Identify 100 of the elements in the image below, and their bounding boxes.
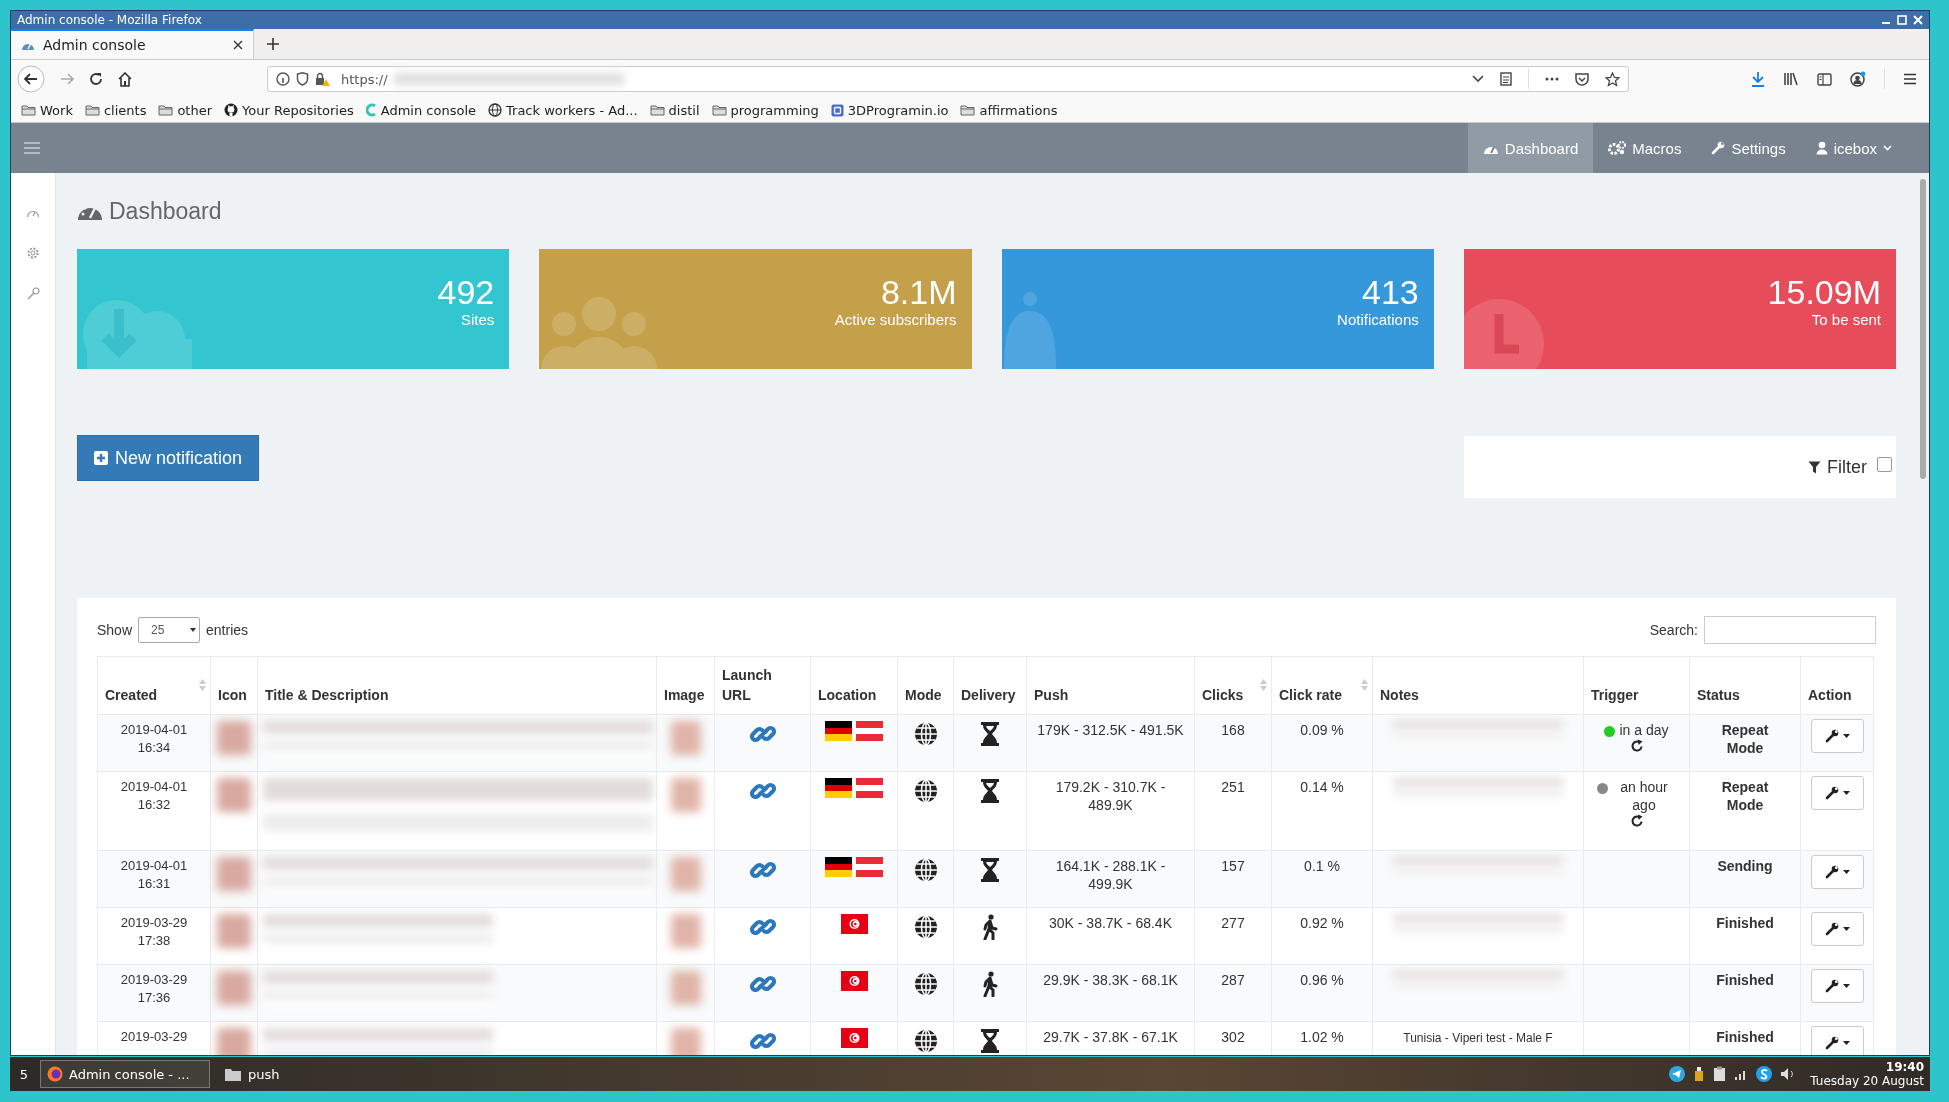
pocket-icon[interactable]	[1575, 72, 1589, 86]
column-header: Trigger	[1583, 656, 1690, 715]
globe-icon	[912, 914, 939, 940]
caret-icon	[1842, 870, 1850, 874]
nav-item[interactable]: Macros	[1593, 123, 1697, 173]
note-text: Tunisia - Viperi test - Male F	[1403, 1031, 1553, 1045]
home-icon[interactable]	[117, 71, 133, 87]
filter-icon	[1808, 460, 1821, 474]
folder-icon	[158, 104, 174, 116]
blurred-thumbnail	[670, 1028, 701, 1055]
globe-icon	[912, 778, 939, 804]
bookmark-item[interactable]: Admin console	[365, 102, 476, 118]
maximize-icon[interactable]	[1897, 15, 1907, 25]
lock-warning-icon	[315, 72, 331, 86]
action-dropdown-button[interactable]	[1810, 912, 1864, 946]
column-header[interactable]: Created	[97, 656, 211, 715]
bookmark-item[interactable]: clients	[84, 102, 147, 118]
clipboard-icon[interactable]	[1713, 1066, 1727, 1082]
bookmark-item[interactable]: other	[158, 102, 213, 118]
gears-icon	[1608, 141, 1627, 155]
info-icon	[276, 72, 290, 86]
table-cell: 0.92 %	[1271, 907, 1373, 965]
blurred-thumbnail	[670, 971, 701, 1005]
blurred-thumbnail	[670, 914, 701, 948]
reader-icon[interactable]	[1500, 72, 1512, 86]
trigger-text: an hour ago	[1619, 778, 1669, 814]
action-dropdown-button[interactable]	[1810, 855, 1864, 889]
bookmark-item[interactable]: affirmations	[960, 102, 1058, 118]
table-cell: 29.9K - 38.3K - 68.1K	[1026, 964, 1195, 1022]
nav-item[interactable]: icebox	[1800, 123, 1907, 173]
bottle-icon[interactable]	[1693, 1066, 1706, 1082]
column-header: Launch URL	[714, 656, 811, 715]
folder-icon	[711, 104, 727, 116]
stat-label: Active subscribers	[834, 311, 957, 328]
library-icon[interactable]	[1783, 72, 1799, 86]
sidebar-icon[interactable]	[1817, 72, 1832, 86]
filter-label: Filter	[1827, 456, 1867, 478]
plus-square-icon	[94, 451, 108, 465]
action-dropdown-button[interactable]	[1810, 776, 1864, 810]
more-icon[interactable]	[1545, 77, 1559, 81]
chevron-down-icon[interactable]	[1472, 75, 1484, 83]
table-cell: 157	[1194, 850, 1272, 908]
table-cell: 2019-03-29 17:38	[97, 907, 211, 965]
table-cell: 0.14 %	[1271, 771, 1373, 851]
bookmark-item[interactable]: Your Repositories	[224, 102, 354, 118]
new-notification-button[interactable]: New notification	[77, 435, 260, 481]
browser-tab[interactable]: Admin console	[11, 29, 254, 59]
caret-icon	[1842, 927, 1850, 931]
page-size-select[interactable]: 25	[138, 617, 201, 643]
workspace-number[interactable]: 5	[16, 1066, 32, 1082]
bookmark-item[interactable]: programming	[711, 102, 819, 118]
column-header: Push	[1026, 656, 1195, 715]
reload-icon[interactable]	[89, 72, 103, 86]
caret-icon	[1842, 734, 1850, 738]
blurred-thumbnail	[217, 914, 251, 948]
globe-icon	[912, 721, 939, 747]
table-cell: 179K - 312.5K - 491.5K	[1026, 714, 1195, 772]
table-cell: 2019-04-01 16:34	[97, 714, 211, 772]
settings-icon[interactable]	[26, 246, 40, 260]
bookmark-item[interactable]: distil	[649, 102, 700, 118]
search-field[interactable]	[1704, 616, 1876, 644]
table-cell: 287	[1194, 964, 1272, 1022]
blurred-thumbnail	[217, 778, 251, 812]
column-header[interactable]: Clicks	[1194, 656, 1272, 715]
action-dropdown-button[interactable]	[1810, 719, 1864, 753]
bookmark-item[interactable]: Track workers - Ad...	[488, 102, 638, 118]
s-logo-icon[interactable]	[1756, 1066, 1773, 1082]
menu-icon[interactable]	[1903, 73, 1917, 85]
stat-value: 15.09M	[1767, 273, 1881, 311]
status-text: Finished	[1716, 971, 1774, 989]
bookmark-item[interactable]: 3DProgramin.io	[830, 102, 949, 118]
taskbar-item[interactable]: Admin console - ...	[40, 1060, 210, 1088]
account-icon[interactable]	[1850, 71, 1866, 87]
taskbar-item[interactable]: push	[218, 1060, 388, 1088]
filter-checkbox[interactable]	[1877, 456, 1892, 472]
bookmark-item[interactable]: Work	[21, 102, 73, 118]
search-label: Search:	[1649, 622, 1698, 638]
blurred-thumbnail	[217, 971, 251, 1005]
new-tab-icon[interactable]	[266, 37, 280, 51]
action-dropdown-button[interactable]	[1810, 969, 1864, 1003]
download-icon[interactable]	[1751, 71, 1765, 87]
star-icon[interactable]	[1605, 71, 1620, 87]
globe-icon	[912, 857, 939, 883]
folder-icon	[21, 104, 36, 116]
close-icon[interactable]	[233, 40, 243, 50]
caret-icon	[1842, 1041, 1850, 1045]
column-header: Delivery	[953, 656, 1027, 715]
address-bar[interactable]: https://	[267, 66, 1629, 92]
site-logo-icon	[830, 103, 844, 117]
table-cell: 0.1 %	[1271, 850, 1373, 908]
column-header[interactable]: Click rate	[1271, 656, 1373, 715]
blurred-thumbnail	[217, 721, 251, 755]
paper-plane-icon[interactable]	[1669, 1066, 1686, 1082]
action-dropdown-button[interactable]	[1810, 1026, 1864, 1055]
caret-icon	[1842, 791, 1850, 795]
user-icon	[1815, 141, 1828, 155]
table-cell: 168	[1194, 714, 1272, 772]
url-text: https://	[341, 71, 388, 87]
back-icon[interactable]	[17, 65, 45, 93]
nav-item[interactable]: Settings	[1696, 123, 1801, 173]
